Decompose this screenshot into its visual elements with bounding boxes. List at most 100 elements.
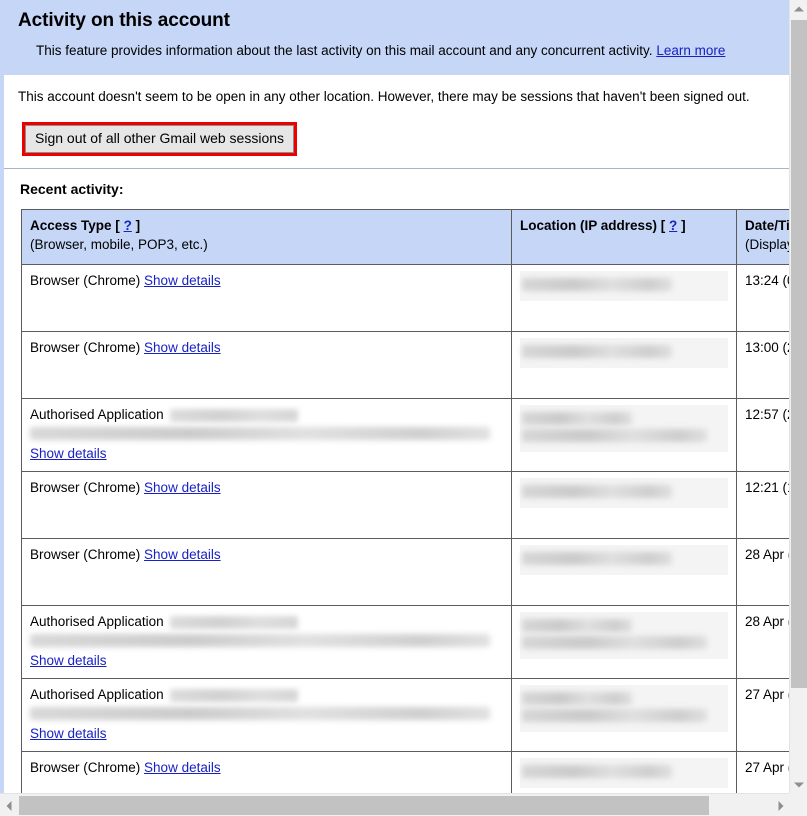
redacted-app-id: [169, 688, 298, 702]
table-row: Browser (Chrome) Show details 13:24 (0 mi…: [21, 264, 789, 332]
scroll-right-button[interactable]: [772, 795, 789, 816]
triangle-right-icon: [778, 800, 783, 811]
access-type-label: Browser (Chrome): [30, 760, 141, 775]
table-row: Authorised Application Show details 28 Apr…: [21, 605, 789, 679]
redacted-app-url: [30, 634, 490, 647]
sign-out-all-sessions-button[interactable]: Sign out of all other Gmail web sessions: [25, 125, 295, 153]
triangle-up-icon: [793, 6, 804, 11]
redacted-location-country: [522, 485, 672, 498]
table-row: Authorised Application Show details 12:57 …: [21, 398, 789, 472]
scroll-up-button[interactable]: [790, 0, 807, 17]
redacted-app-url: [30, 707, 490, 720]
horizontal-scrollbar[interactable]: [0, 793, 789, 816]
access-type-help-icon[interactable]: ?: [124, 218, 132, 233]
show-details-link[interactable]: Show details: [144, 760, 221, 775]
show-details-link[interactable]: Show details: [144, 273, 221, 288]
table-row: Browser (Chrome) Show details 28 Apr (2 d…: [21, 538, 789, 606]
redacted-location-country: [522, 278, 672, 291]
cell-access-type: Browser (Chrome) Show details: [21, 751, 512, 793]
banner-description-text: This feature provides information about …: [36, 43, 653, 58]
access-type-label: Authorised Application: [30, 614, 164, 629]
cell-access-type: Authorised Application Show details: [21, 605, 512, 679]
cell-access-type: Authorised Application Show details: [21, 398, 512, 472]
triangle-down-icon: [793, 782, 804, 787]
datetime-value: 28 Apr (2 days ago): [745, 547, 789, 562]
cell-access-type: Browser (Chrome) Show details: [21, 264, 512, 332]
datetime-header-subtitle: (Displayed in your time zone): [745, 237, 789, 252]
redacted-location-country: [522, 345, 672, 358]
activity-table-body: Browser (Chrome) Show details 13:24 (0 mi…: [21, 264, 789, 793]
redacted-location-ip: [522, 636, 707, 649]
access-type-header-bracket-close: ]: [135, 218, 141, 233]
access-type-label: Browser (Chrome): [30, 273, 141, 288]
cell-location: [511, 751, 737, 793]
location-header-text: Location (IP address) [: [520, 218, 666, 233]
cell-access-type: Browser (Chrome) Show details: [21, 538, 512, 606]
datetime-value: 12:57 (27 minutes ago): [745, 407, 789, 422]
show-details-link[interactable]: Show details: [30, 444, 107, 463]
cell-datetime: 28 Apr (2 days ago): [736, 538, 789, 606]
column-header-datetime: Date/Time (Displayed in your time zone): [736, 209, 789, 265]
redacted-app-id: [169, 615, 298, 629]
redacted-location-country: [522, 692, 632, 705]
column-header-location: Location (IP address) [ ? ]: [511, 209, 737, 265]
cell-datetime: 13:00 (24 minutes ago): [736, 331, 789, 399]
horizontal-scrollbar-thumb[interactable]: [19, 796, 709, 815]
table-row: Browser (Chrome) Show details 27 Apr (3 d…: [21, 751, 789, 793]
show-details-link[interactable]: Show details: [144, 547, 221, 562]
info-banner: Activity on this account This feature pr…: [4, 0, 789, 76]
datetime-header-title: Date/Time: [745, 218, 789, 233]
cell-access-type: Browser (Chrome) Show details: [21, 471, 512, 539]
banner-description: This feature provides information about …: [36, 40, 756, 61]
location-header-title: Location (IP address) [ ? ]: [520, 216, 728, 235]
show-details-link[interactable]: Show details: [30, 651, 107, 670]
cell-access-type: Authorised Application Show details: [21, 678, 512, 752]
location-help-icon[interactable]: ?: [669, 218, 677, 233]
cell-datetime: 27 Apr (3 days ago): [736, 751, 789, 793]
vertical-scrollbar-thumb[interactable]: [791, 20, 807, 688]
recent-activity-label: Recent activity:: [20, 181, 124, 197]
redacted-location: [520, 338, 728, 368]
redacted-location-ip: [522, 429, 707, 442]
signout-highlight-annotation: Sign out of all other Gmail web sessions: [22, 122, 298, 156]
learn-more-link[interactable]: Learn more: [656, 43, 725, 58]
access-type-label: Authorised Application: [30, 407, 164, 422]
cell-datetime: 28 Apr (2 days ago): [736, 605, 789, 679]
document-body: Activity on this account This feature pr…: [0, 0, 789, 793]
redacted-app-url: [30, 427, 490, 440]
access-type-header-text: Access Type [: [30, 218, 120, 233]
redacted-location-ip: [522, 709, 707, 722]
datetime-value: 27 Apr (3 days ago): [745, 760, 789, 775]
show-details-link[interactable]: Show details: [144, 480, 221, 495]
content-viewport: Activity on this account This feature pr…: [0, 0, 789, 793]
table-header-row: Access Type [ ? ] (Browser, mobile, POP3…: [21, 209, 789, 265]
access-type-label: Authorised Application: [30, 687, 164, 702]
show-details-link[interactable]: Show details: [144, 340, 221, 355]
cell-location: [511, 398, 737, 472]
cell-location: [511, 678, 737, 752]
cell-datetime: 27 Apr (3 days ago): [736, 678, 789, 752]
access-type-label: Browser (Chrome): [30, 547, 141, 562]
redacted-location: [520, 612, 728, 659]
scroll-left-button[interactable]: [0, 795, 17, 816]
show-details-link[interactable]: Show details: [30, 724, 107, 743]
cell-datetime: 12:57 (27 minutes ago): [736, 398, 789, 472]
session-status-panel: This account doesn't seem to be open in …: [4, 76, 789, 169]
datetime-value: 27 Apr (3 days ago): [745, 687, 789, 702]
cell-location: [511, 331, 737, 399]
recent-activity-section: Recent activity: Access Type [ ?] (Brow…: [4, 169, 789, 793]
cell-datetime: 12:21 (1 hour ago): [736, 471, 789, 539]
access-type-label: Browser (Chrome): [30, 340, 141, 355]
vertical-scrollbar[interactable]: [789, 0, 807, 793]
location-header-bracket-close: ]: [681, 218, 686, 233]
cell-access-type: Browser (Chrome) Show details: [21, 331, 512, 399]
scroll-down-button[interactable]: [790, 776, 807, 793]
redacted-location-country: [522, 765, 672, 778]
activity-table: Access Type [ ? ] (Browser, mobile, POP3…: [21, 209, 789, 793]
cell-datetime: 13:24 (0 minutes ago): [736, 264, 789, 332]
column-header-access-type: Access Type [ ? ] (Browser, mobile, POP3…: [21, 209, 512, 265]
redacted-location: [520, 478, 728, 508]
redacted-location: [520, 405, 728, 452]
triangle-left-icon: [6, 800, 11, 811]
datetime-value: 12:21 (1 hour ago): [745, 480, 789, 495]
